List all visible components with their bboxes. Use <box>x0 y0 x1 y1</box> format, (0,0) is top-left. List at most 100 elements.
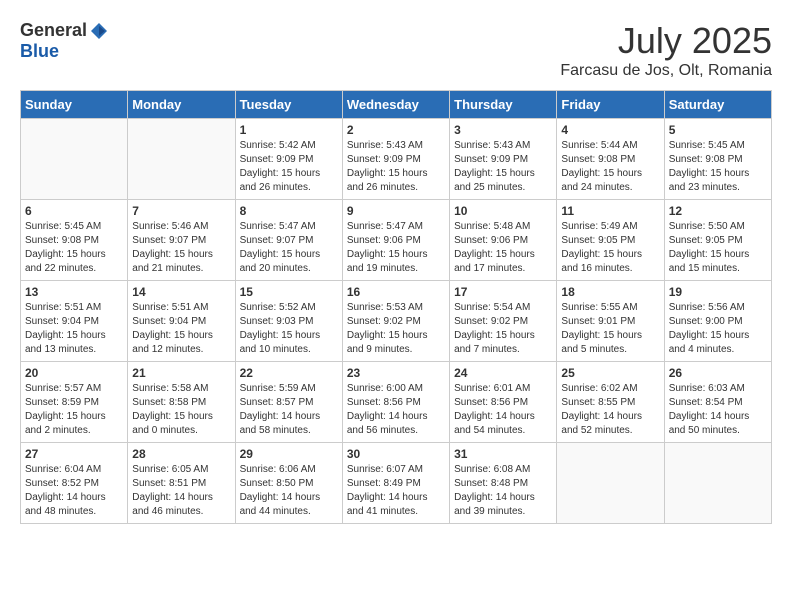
day-info: Sunrise: 5:57 AM Sunset: 8:59 PM Dayligh… <box>25 382 123 438</box>
logo-general-text: General <box>20 20 87 41</box>
day-info: Sunrise: 6:02 AM Sunset: 8:55 PM Dayligh… <box>561 382 659 438</box>
calendar-day-cell: 18Sunrise: 5:55 AM Sunset: 9:01 PM Dayli… <box>557 281 664 362</box>
day-info: Sunrise: 5:43 AM Sunset: 9:09 PM Dayligh… <box>454 139 552 195</box>
day-number: 2 <box>347 123 445 137</box>
calendar-day-cell: 19 Sunrise: 5:56 AM Sunset: 9:00 PM Dayli… <box>664 281 771 362</box>
day-number: 1 <box>240 123 338 137</box>
calendar-day-cell <box>128 119 235 200</box>
day-info: Sunrise: 5:48 AM Sunset: 9:06 PM Dayligh… <box>454 220 552 276</box>
day-number: 31 <box>454 447 552 461</box>
day-number: 22 <box>240 366 338 380</box>
day-info: Sunrise: 6:07 AM Sunset: 8:49 PM Dayligh… <box>347 463 445 519</box>
logo-blue-text: Blue <box>20 41 59 62</box>
calendar-day-cell: 31 Sunrise: 6:08 AM Sunset: 8:48 PM Dayli… <box>450 443 557 524</box>
day-info: Sunrise: 6:04 AM Sunset: 8:52 PM Dayligh… <box>25 463 123 519</box>
day-info: Sunrise: 6:06 AM Sunset: 8:50 PM Dayligh… <box>240 463 338 519</box>
calendar-day-cell: 20 Sunrise: 5:57 AM Sunset: 8:59 PM Dayli… <box>21 362 128 443</box>
calendar-day-cell: 13 Sunrise: 5:51 AM Sunset: 9:04 PM Dayli… <box>21 281 128 362</box>
calendar-day-cell: 4 Sunrise: 5:44 AM Sunset: 9:08 PM Daylig… <box>557 119 664 200</box>
calendar-day-cell: 26Sunrise: 6:03 AM Sunset: 8:54 PM Dayli… <box>664 362 771 443</box>
calendar-week-row: 1 Sunrise: 5:42 AM Sunset: 9:09 PM Daylig… <box>21 119 772 200</box>
logo: General Blue <box>20 20 109 62</box>
day-info: Sunrise: 5:58 AM Sunset: 8:58 PM Dayligh… <box>132 382 230 438</box>
day-info: Sunrise: 6:08 AM Sunset: 8:48 PM Dayligh… <box>454 463 552 519</box>
day-number: 5 <box>669 123 767 137</box>
day-number: 28 <box>132 447 230 461</box>
day-number: 4 <box>561 123 659 137</box>
day-of-week-header: Thursday <box>450 91 557 119</box>
calendar-day-cell: 14Sunrise: 5:51 AM Sunset: 9:04 PM Dayli… <box>128 281 235 362</box>
day-info: Sunrise: 5:52 AM Sunset: 9:03 PM Dayligh… <box>240 301 338 357</box>
day-info: Sunrise: 5:46 AM Sunset: 9:07 PM Dayligh… <box>132 220 230 276</box>
day-number: 29 <box>240 447 338 461</box>
day-number: 21 <box>132 366 230 380</box>
calendar-day-cell: 23 Sunrise: 6:00 AM Sunset: 8:56 PM Dayli… <box>342 362 449 443</box>
day-number: 18 <box>561 285 659 299</box>
day-number: 8 <box>240 204 338 218</box>
calendar-day-cell: 9Sunrise: 5:47 AM Sunset: 9:06 PM Daylig… <box>342 200 449 281</box>
title-block: July 2025 Farcasu de Jos, Olt, Romania <box>560 20 772 80</box>
calendar-day-cell: 5 Sunrise: 5:45 AM Sunset: 9:08 PM Daylig… <box>664 119 771 200</box>
calendar-day-cell: 12Sunrise: 5:50 AM Sunset: 9:05 PM Dayli… <box>664 200 771 281</box>
day-number: 16 <box>347 285 445 299</box>
calendar-day-cell: 25 Sunrise: 6:02 AM Sunset: 8:55 PM Dayli… <box>557 362 664 443</box>
calendar-day-cell: 30 Sunrise: 6:07 AM Sunset: 8:49 PM Dayli… <box>342 443 449 524</box>
calendar-day-cell: 21 Sunrise: 5:58 AM Sunset: 8:58 PM Dayli… <box>128 362 235 443</box>
day-number: 30 <box>347 447 445 461</box>
calendar-week-row: 13 Sunrise: 5:51 AM Sunset: 9:04 PM Dayli… <box>21 281 772 362</box>
day-number: 19 <box>669 285 767 299</box>
day-of-week-header: Tuesday <box>235 91 342 119</box>
calendar-day-cell: 27 Sunrise: 6:04 AM Sunset: 8:52 PM Dayli… <box>21 443 128 524</box>
calendar-week-row: 27 Sunrise: 6:04 AM Sunset: 8:52 PM Dayli… <box>21 443 772 524</box>
calendar-day-cell <box>557 443 664 524</box>
calendar-day-cell: 2 Sunrise: 5:43 AM Sunset: 9:09 PM Daylig… <box>342 119 449 200</box>
day-info: Sunrise: 5:56 AM Sunset: 9:00 PM Dayligh… <box>669 301 767 357</box>
day-info: Sunrise: 5:59 AM Sunset: 8:57 PM Dayligh… <box>240 382 338 438</box>
day-info: Sunrise: 5:43 AM Sunset: 9:09 PM Dayligh… <box>347 139 445 195</box>
calendar-day-cell: 11 Sunrise: 5:49 AM Sunset: 9:05 PM Dayli… <box>557 200 664 281</box>
day-number: 25 <box>561 366 659 380</box>
day-number: 9 <box>347 204 445 218</box>
day-number: 13 <box>25 285 123 299</box>
day-info: Sunrise: 5:54 AM Sunset: 9:02 PM Dayligh… <box>454 301 552 357</box>
calendar-day-cell: 24 Sunrise: 6:01 AM Sunset: 8:56 PM Dayli… <box>450 362 557 443</box>
day-number: 27 <box>25 447 123 461</box>
calendar-day-cell: 29 Sunrise: 6:06 AM Sunset: 8:50 PM Dayli… <box>235 443 342 524</box>
logo-icon <box>89 21 109 41</box>
day-info: Sunrise: 6:05 AM Sunset: 8:51 PM Dayligh… <box>132 463 230 519</box>
calendar-day-cell: 3 Sunrise: 5:43 AM Sunset: 9:09 PM Daylig… <box>450 119 557 200</box>
day-info: Sunrise: 6:00 AM Sunset: 8:56 PM Dayligh… <box>347 382 445 438</box>
day-number: 17 <box>454 285 552 299</box>
day-number: 24 <box>454 366 552 380</box>
calendar-week-row: 20 Sunrise: 5:57 AM Sunset: 8:59 PM Dayli… <box>21 362 772 443</box>
calendar-day-cell: 28 Sunrise: 6:05 AM Sunset: 8:51 PM Dayli… <box>128 443 235 524</box>
day-info: Sunrise: 6:01 AM Sunset: 8:56 PM Dayligh… <box>454 382 552 438</box>
day-number: 23 <box>347 366 445 380</box>
day-number: 20 <box>25 366 123 380</box>
location-subtitle: Farcasu de Jos, Olt, Romania <box>560 62 772 80</box>
day-info: Sunrise: 5:53 AM Sunset: 9:02 PM Dayligh… <box>347 301 445 357</box>
day-of-week-header: Monday <box>128 91 235 119</box>
day-info: Sunrise: 5:47 AM Sunset: 9:07 PM Dayligh… <box>240 220 338 276</box>
day-of-week-header: Saturday <box>664 91 771 119</box>
calendar-day-cell: 6Sunrise: 5:45 AM Sunset: 9:08 PM Daylig… <box>21 200 128 281</box>
day-of-week-header: Sunday <box>21 91 128 119</box>
day-number: 15 <box>240 285 338 299</box>
calendar-header-row: SundayMondayTuesdayWednesdayThursdayFrid… <box>21 91 772 119</box>
day-of-week-header: Wednesday <box>342 91 449 119</box>
calendar-day-cell: 22 Sunrise: 5:59 AM Sunset: 8:57 PM Dayli… <box>235 362 342 443</box>
calendar-day-cell: 16 Sunrise: 5:53 AM Sunset: 9:02 PM Dayli… <box>342 281 449 362</box>
calendar-day-cell: 7Sunrise: 5:46 AM Sunset: 9:07 PM Daylig… <box>128 200 235 281</box>
day-info: Sunrise: 5:42 AM Sunset: 9:09 PM Dayligh… <box>240 139 338 195</box>
day-info: Sunrise: 5:51 AM Sunset: 9:04 PM Dayligh… <box>25 301 123 357</box>
calendar-day-cell <box>21 119 128 200</box>
day-number: 11 <box>561 204 659 218</box>
calendar-day-cell <box>664 443 771 524</box>
day-info: Sunrise: 6:03 AM Sunset: 8:54 PM Dayligh… <box>669 382 767 438</box>
day-info: Sunrise: 5:45 AM Sunset: 9:08 PM Dayligh… <box>669 139 767 195</box>
calendar-day-cell: 10Sunrise: 5:48 AM Sunset: 9:06 PM Dayli… <box>450 200 557 281</box>
day-info: Sunrise: 5:44 AM Sunset: 9:08 PM Dayligh… <box>561 139 659 195</box>
day-info: Sunrise: 5:45 AM Sunset: 9:08 PM Dayligh… <box>25 220 123 276</box>
day-info: Sunrise: 5:49 AM Sunset: 9:05 PM Dayligh… <box>561 220 659 276</box>
day-number: 3 <box>454 123 552 137</box>
